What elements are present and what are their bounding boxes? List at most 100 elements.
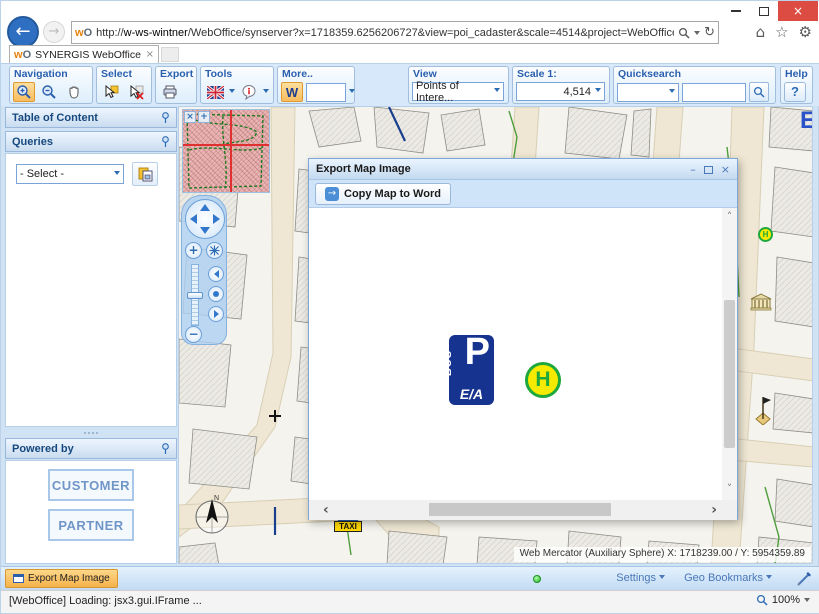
previous-extent-button[interactable] [208, 266, 224, 282]
toc-panel-header[interactable]: Table of Content [5, 107, 177, 128]
language-dropdown-icon[interactable] [229, 89, 235, 96]
print-button[interactable] [159, 82, 181, 102]
view-select[interactable]: Points of Intere... [412, 82, 504, 101]
measure-pen-icon[interactable] [796, 571, 812, 587]
partner-logo-link[interactable]: PARTNER [48, 509, 134, 541]
tab-row: wO SYNERGIS WebOffice Web... × [1, 45, 819, 63]
help-button[interactable]: ? [784, 82, 806, 102]
overview-close-icon[interactable]: × [184, 111, 196, 123]
customer-logo-link[interactable]: CUSTOMER [48, 469, 134, 501]
bus-stop-marker[interactable]: H [758, 227, 773, 242]
search-dropdown-icon[interactable] [694, 31, 700, 38]
select-group-label: Select [101, 68, 132, 80]
info-tool-button[interactable] [238, 82, 260, 102]
back-button[interactable]: ← [7, 16, 39, 48]
dialog-restore-icon[interactable] [704, 166, 713, 174]
quicksearch-button[interactable] [749, 82, 769, 102]
dialog-toolbar: → Copy Map to Word [309, 180, 737, 208]
pan-button[interactable] [63, 82, 85, 102]
more-dropdown-icon[interactable] [349, 89, 355, 96]
query-select[interactable]: - Select - [16, 164, 124, 184]
scale-dropdown-icon [595, 88, 601, 95]
language-button[interactable] [204, 82, 226, 102]
address-bar[interactable]: wO http://w-ws-wintner/WebOffice/synserv… [71, 21, 719, 44]
select-button[interactable] [100, 82, 122, 102]
scroll-down-icon[interactable]: ˅ [722, 482, 737, 498]
home-icon[interactable]: ⌂ [756, 23, 766, 41]
pan-down-icon[interactable] [200, 227, 210, 234]
zoom-slider-thumb[interactable] [187, 292, 203, 299]
tab-favicon: wO [14, 49, 31, 61]
sidebar-splitter[interactable] [5, 429, 177, 437]
favorites-icon[interactable]: ☆ [775, 23, 788, 41]
museum-marker[interactable] [750, 293, 772, 311]
pin-icon[interactable] [161, 443, 170, 455]
pin-icon[interactable] [161, 112, 170, 124]
next-extent-icon [214, 310, 219, 318]
word-export-button[interactable]: W [281, 82, 303, 102]
flag-marker[interactable] [754, 395, 772, 425]
scroll-left-icon[interactable]: ‹ [323, 502, 329, 518]
uk-flag-icon [207, 86, 224, 99]
overview-move-icon[interactable]: + [198, 111, 210, 123]
tab-close-icon[interactable]: × [146, 49, 154, 60]
overview-crosshair-h [183, 144, 269, 146]
quicksearch-magnifier-icon [753, 86, 765, 98]
pan-up-icon[interactable] [200, 204, 210, 211]
full-extent-button[interactable] [206, 242, 223, 259]
taskbar-item-export-map-image[interactable]: Export Map Image [5, 569, 118, 588]
initial-extent-button[interactable] [208, 286, 224, 302]
info-dropdown-icon[interactable] [263, 89, 269, 96]
forward-button[interactable]: → [43, 21, 65, 43]
browser-window: × ← → wO http://w-ws-wintner/WebOffice/s… [0, 0, 819, 614]
scale-select[interactable]: 4,514 [516, 82, 605, 101]
quicksearch-input[interactable] [682, 83, 746, 102]
zoom-out-map-button[interactable]: − [185, 326, 202, 343]
pan-dpad[interactable] [185, 199, 225, 239]
settings-gear-icon[interactable]: ⚙ [799, 23, 812, 41]
powered-by-panel-header[interactable]: Powered by [5, 438, 177, 459]
dialog-titlebar[interactable]: Export Map Image – × [309, 159, 737, 180]
dialog-close-icon[interactable]: × [721, 164, 730, 175]
overview-map[interactable]: × + [182, 109, 270, 193]
more-dropdown[interactable] [306, 83, 346, 102]
pan-left-icon[interactable] [190, 214, 197, 224]
quicksearch-category-select[interactable] [617, 83, 679, 102]
queries-panel-header[interactable]: Queries [5, 131, 177, 152]
bus-parking-sign: BUS P E/A [449, 335, 494, 405]
zoom-in-icon [16, 84, 32, 100]
new-tab-button[interactable] [161, 47, 179, 62]
compass-north-label: N [214, 495, 219, 502]
toolbar-group-quicksearch: Quicksearch [613, 66, 776, 104]
clear-selection-button[interactable] [125, 82, 147, 102]
vertical-scroll-thumb[interactable] [724, 300, 735, 448]
quicksearch-group-label: Quicksearch [618, 68, 681, 80]
query-action-button[interactable] [132, 162, 158, 186]
scroll-up-icon[interactable]: ˄ [722, 210, 737, 226]
browser-zoom-control[interactable]: 100% [756, 594, 810, 606]
browser-tab[interactable]: wO SYNERGIS WebOffice Web... × [9, 45, 159, 63]
view-select-value: Points of Intere... [416, 80, 494, 104]
horizontal-scroll-thumb[interactable] [429, 503, 611, 516]
scroll-right-icon[interactable]: › [711, 502, 717, 518]
toolbar-group-more: More.. W [277, 66, 355, 104]
copy-map-to-word-button[interactable]: → Copy Map to Word [315, 183, 451, 205]
browser-chrome: × ← → wO http://w-ws-wintner/WebOffice/s… [1, 1, 819, 63]
pan-right-icon[interactable] [213, 214, 220, 224]
dialog-minimize-icon[interactable]: – [690, 164, 696, 175]
zoom-in-button[interactable] [13, 82, 35, 102]
taskbar-item-label: Export Map Image [28, 573, 110, 584]
navigation-bar: ← → wO http://w-ws-wintner/WebOffice/syn… [1, 15, 819, 47]
refresh-icon[interactable]: ↻ [704, 25, 715, 40]
settings-menu[interactable]: Settings [616, 572, 665, 584]
search-icon[interactable] [678, 27, 690, 39]
zoom-out-button[interactable] [38, 82, 60, 102]
next-extent-button[interactable] [208, 306, 224, 322]
zoom-in-map-button[interactable]: + [185, 242, 202, 259]
previous-extent-icon [214, 270, 219, 278]
map-navigation-widget: + − [181, 195, 227, 345]
geo-bookmarks-menu[interactable]: Geo Bookmarks [684, 572, 772, 584]
pin-icon[interactable] [161, 136, 170, 148]
taxi-stand-marker[interactable]: TAXI [334, 518, 362, 532]
tab-title: SYNERGIS WebOffice Web... [35, 49, 142, 61]
